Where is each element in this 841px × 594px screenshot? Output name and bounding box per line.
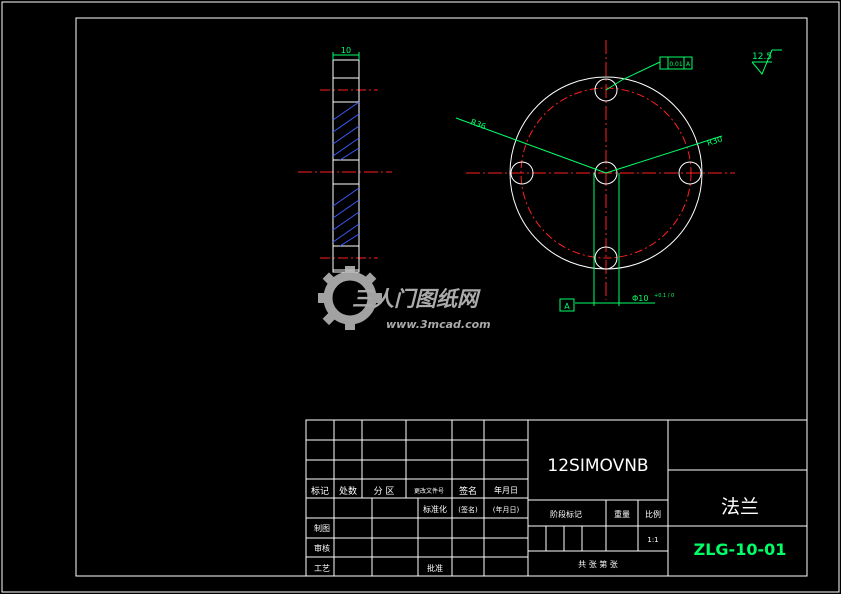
label-mark: 标记 — [311, 485, 329, 497]
tolerance-value: 0.01 — [669, 61, 683, 68]
front-view: R36 R30 Φ10 +0.1 / 0 A 0.01 A — [455, 40, 735, 312]
bore-tolerance: +0.1 / 0 — [654, 293, 674, 299]
roughness-value: 12.5 — [752, 52, 772, 62]
drawing-canvas: 10 R36 R30 Φ10 +0.1 / 0 A 0.01 A 12.5 三人… — [1, 1, 840, 593]
material-spec: 12SIMOVNB — [547, 456, 648, 476]
label-process: 工艺 — [314, 564, 330, 573]
label-scale: 比例 — [645, 509, 661, 519]
label-change-doc: 更改文件号 — [414, 487, 444, 495]
flange-side-outline — [332, 59, 360, 273]
roughness-symbol: 12.5 — [751, 49, 782, 75]
label-date: 年月日 — [494, 485, 518, 495]
side-view: 10 — [298, 46, 392, 273]
watermark-url: www.3mcad.com — [386, 318, 491, 331]
sheet-count: 共 张 第 张 — [578, 559, 618, 569]
title-block-texts: 标记 处数 分 区 更改文件号 签名 年月日 标准化 (签名) (年月日) 制图… — [311, 456, 786, 573]
outer-r-dim: R30 — [706, 134, 724, 147]
label-weight: 重量 — [614, 509, 630, 519]
label-sign: 签名 — [459, 485, 477, 497]
hole-pcd-dim: R36 — [469, 117, 487, 131]
label-date-paren: (年月日) — [493, 505, 520, 514]
outer-r-leader — [605, 135, 723, 174]
part-name: 法兰 — [721, 496, 759, 518]
watermark-brand: 三人门图纸网 — [352, 287, 481, 311]
label-count: 处数 — [339, 485, 357, 497]
thickness-dim: 10 — [341, 46, 351, 55]
label-zone: 分 区 — [374, 486, 395, 497]
label-sign-paren: (签名) — [458, 505, 478, 514]
label-stage: 阶段标记 — [550, 509, 582, 519]
drawing-number: ZLG-10-01 — [694, 540, 787, 559]
section-hatch — [332, 101, 360, 247]
bore-dim: Φ10 — [632, 294, 648, 303]
label-drawn: 制图 — [314, 523, 330, 533]
scale-value: 1:1 — [647, 536, 658, 544]
label-approve: 批准 — [427, 563, 443, 573]
tolerance-ref: A — [686, 61, 691, 68]
datum-label: A — [564, 302, 570, 311]
label-standardize: 标准化 — [423, 504, 447, 514]
label-checked: 审核 — [314, 543, 330, 553]
watermark: 三人门图纸网 www.3mcad.com — [318, 266, 491, 331]
